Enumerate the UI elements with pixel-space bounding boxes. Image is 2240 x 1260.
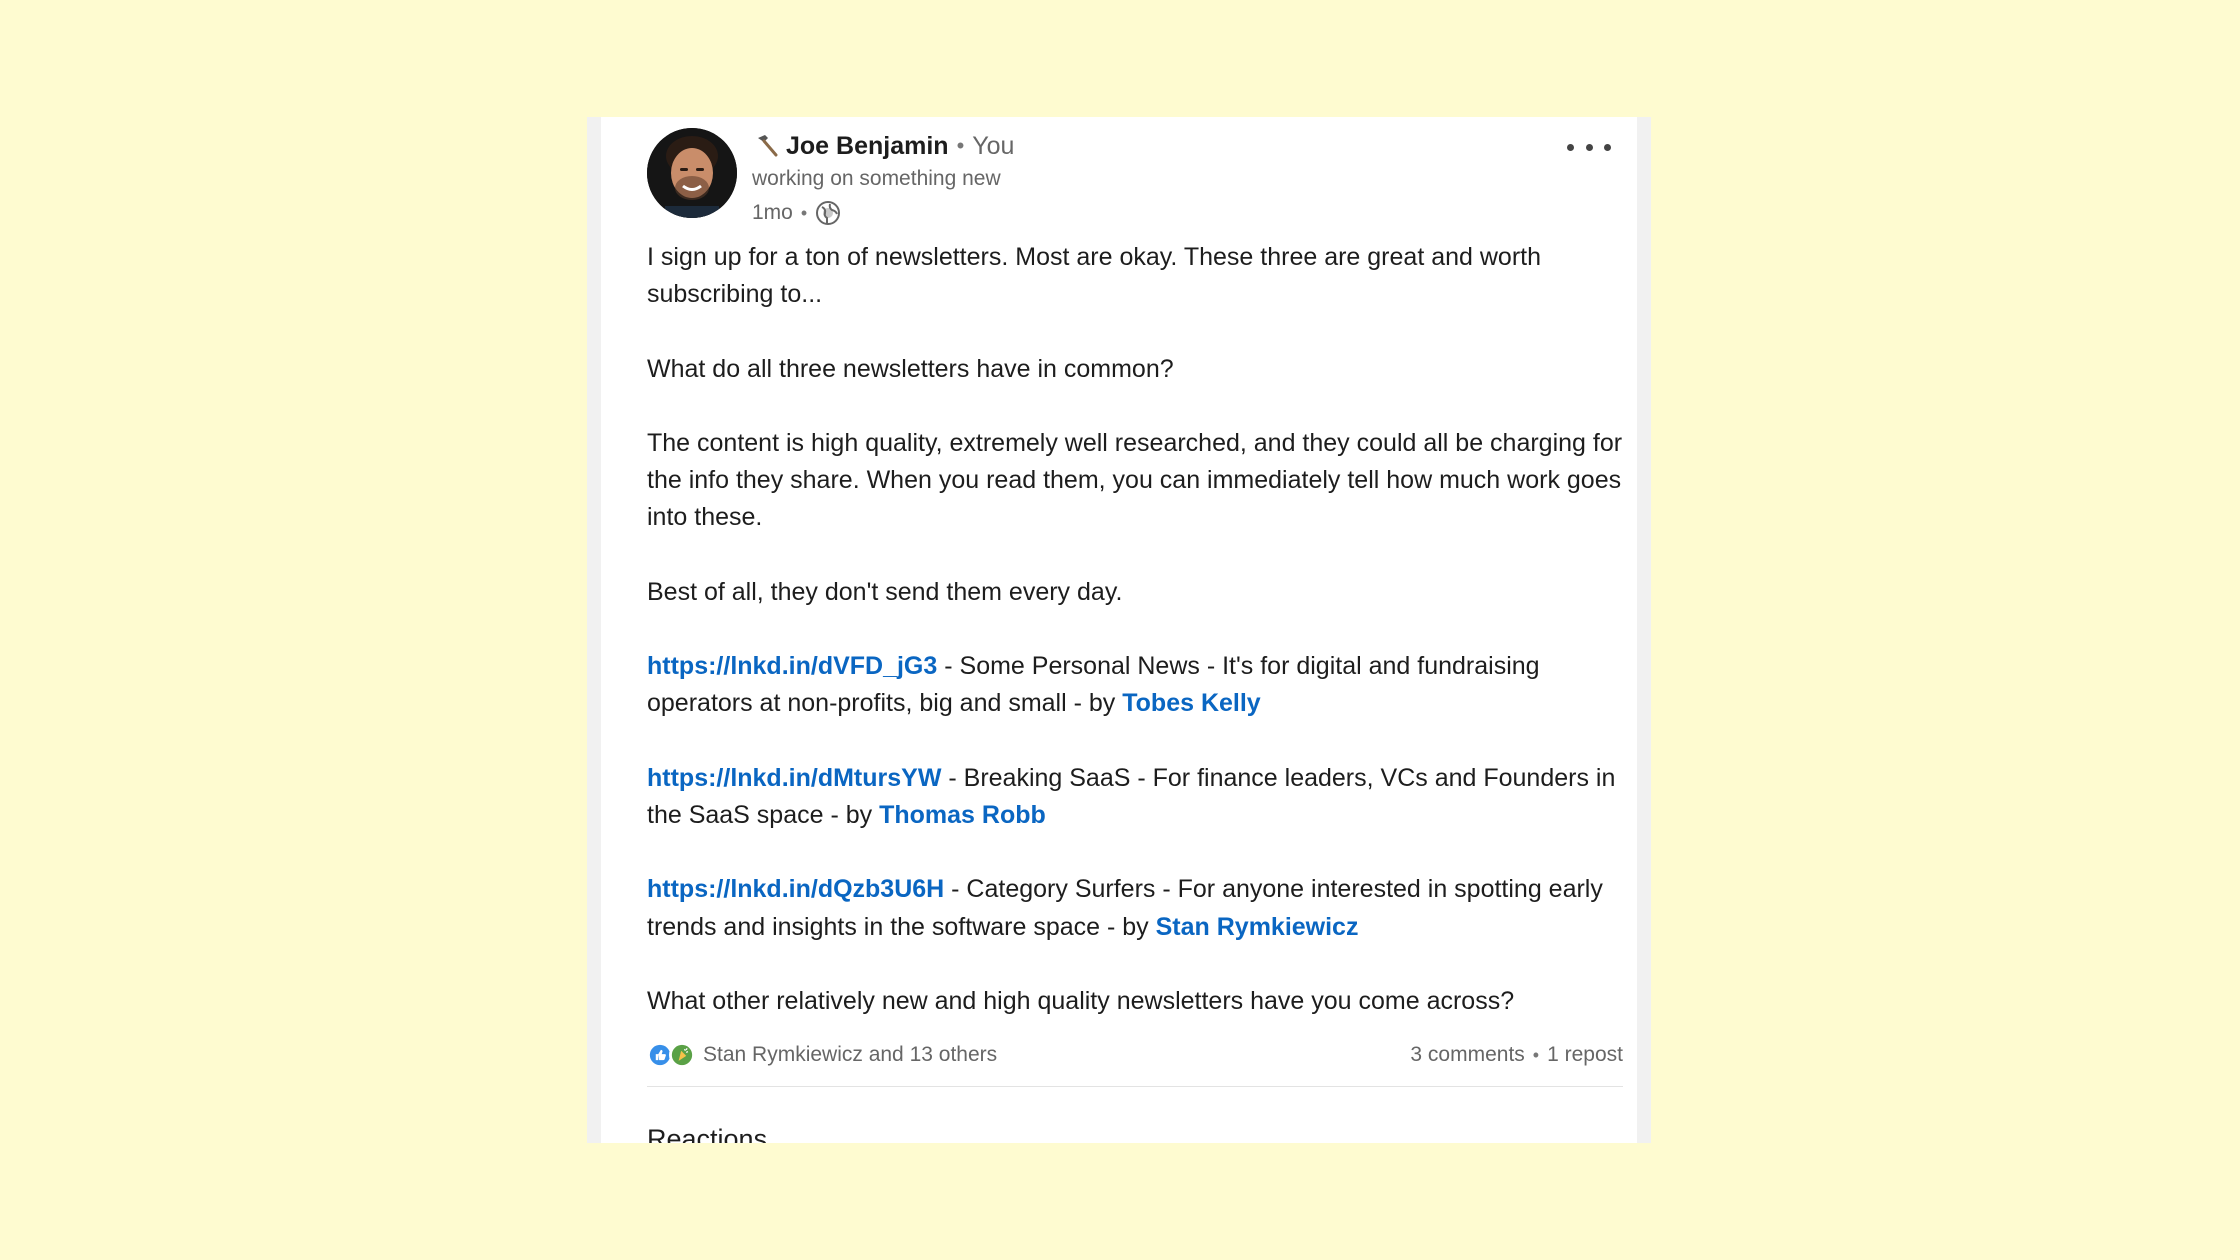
post-paragraph: I sign up for a ton of newsletters. Most… — [647, 243, 1541, 309]
celebrate-reaction-icon — [669, 1042, 695, 1068]
newsletter-author-link[interactable]: Tobes Kelly — [1122, 689, 1260, 717]
newsletter-item: https://lnkd.in/dQzb3U6H - Category Surf… — [647, 871, 1632, 945]
comments-count[interactable]: 3 comments — [1410, 1043, 1524, 1067]
author-headline: working on something new — [752, 167, 1001, 190]
reactions-heading: Reactions — [647, 1124, 768, 1143]
social-counts: Stan Rymkiewicz and 13 others 3 comments… — [647, 1037, 1623, 1073]
post-frame: Joe Benjamin • You working on something … — [587, 117, 1651, 1143]
engagement-counts: 3 comments • 1 repost — [1410, 1043, 1623, 1067]
globe-icon — [816, 201, 841, 225]
newsletter-author-link[interactable]: Stan Rymkiewicz — [1156, 913, 1359, 941]
author-name-row: Joe Benjamin • You — [752, 129, 1532, 163]
newsletter-item: https://lnkd.in/dVFD_jG3 - Some Personal… — [647, 648, 1632, 722]
divider — [647, 1086, 1623, 1087]
more-options-icon[interactable] — [1567, 135, 1611, 159]
separator-dot: • — [956, 133, 965, 158]
author-name[interactable]: Joe Benjamin — [786, 132, 949, 161]
separator-dot: • — [800, 202, 808, 223]
post-paragraph: What other relatively new and high quali… — [647, 986, 1515, 1015]
post-header: Joe Benjamin • You working on something … — [752, 129, 1532, 228]
newsletter-item: https://lnkd.in/dMtursYW - Breaking SaaS… — [647, 760, 1632, 834]
post-paragraph: What do all three newsletters have in co… — [647, 354, 1174, 383]
newsletter-author-link[interactable]: Thomas Robb — [879, 801, 1046, 829]
reactions-summary[interactable]: Stan Rymkiewicz and 13 others — [703, 1043, 997, 1067]
reaction-icons[interactable] — [647, 1042, 695, 1068]
separator-dot: • — [1532, 1044, 1540, 1065]
newsletter-link[interactable]: https://lnkd.in/dQzb3U6H — [647, 875, 944, 903]
newsletter-link[interactable]: https://lnkd.in/dVFD_jG3 — [647, 652, 937, 680]
post-meta: 1mo • — [752, 198, 1532, 228]
post-paragraph: Best of all, they don't send them every … — [647, 577, 1123, 606]
post-body: I sign up for a ton of newsletters. Most… — [647, 239, 1632, 1020]
reposts-count[interactable]: 1 repost — [1547, 1043, 1623, 1067]
post-time[interactable]: 1mo — [752, 201, 793, 225]
newsletter-link[interactable]: https://lnkd.in/dMtursYW — [647, 764, 941, 792]
hammer-icon — [758, 135, 778, 157]
author-relation: You — [972, 131, 1015, 160]
post-paragraph: The content is high quality, extremely w… — [647, 428, 1623, 532]
post-card: Joe Benjamin • You working on something … — [601, 117, 1637, 1143]
author-avatar[interactable] — [647, 128, 737, 218]
